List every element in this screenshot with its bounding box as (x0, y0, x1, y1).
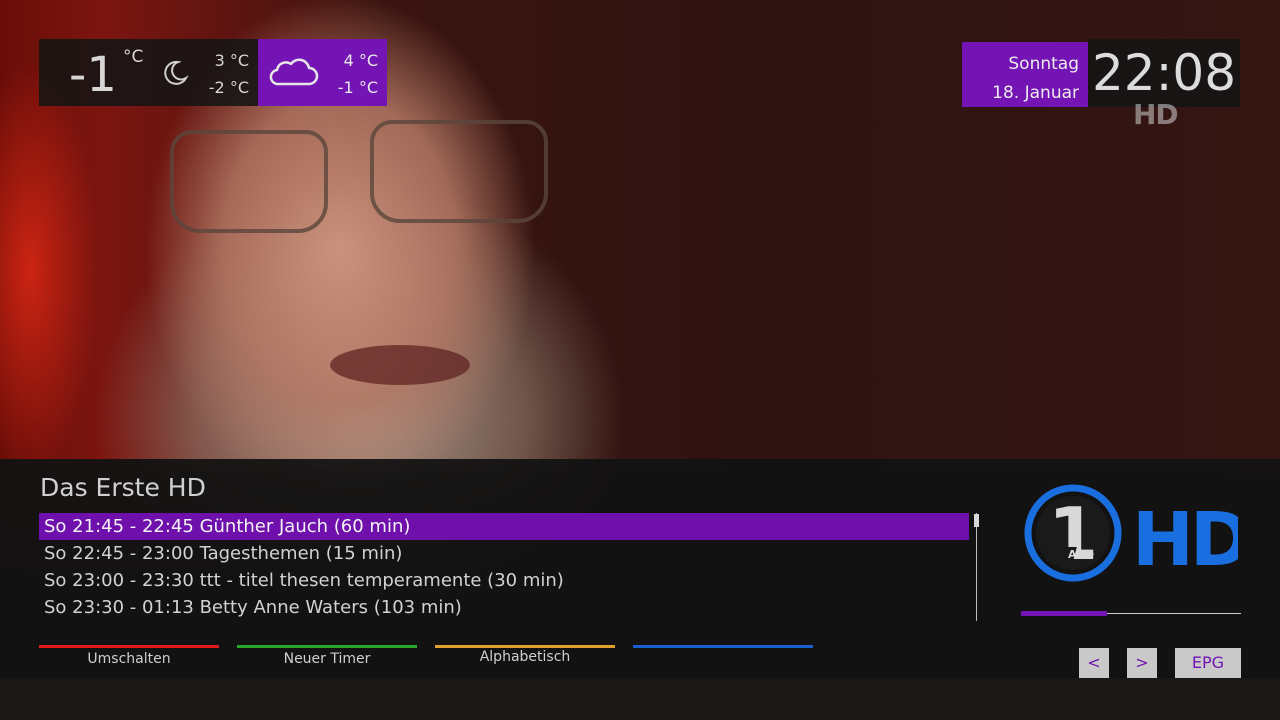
weather-now: -1 °C 3 °C -2 °C (39, 39, 258, 106)
forecast-high: 4 °C (343, 51, 378, 70)
blue-key[interactable] (633, 645, 813, 665)
logo-ard: ARD (1068, 548, 1094, 561)
current-temperature: -1 (69, 47, 117, 103)
program-list-scrollbar[interactable] (976, 513, 977, 621)
date-box: Sonntag 18. Januar (962, 42, 1088, 107)
red-key-bar (39, 645, 219, 648)
previous-button[interactable]: < (1079, 648, 1109, 678)
program-progress-fill (1021, 611, 1107, 616)
epg-infobar: Das Erste HD So 21:45 - 22:45 Günther Ja… (0, 459, 1280, 678)
program-row[interactable]: So 23:30 - 01:13 Betty Anne Waters (103 … (39, 594, 969, 621)
red-key[interactable]: Umschalten (39, 645, 219, 667)
forecast-low: -1 °C (337, 78, 378, 97)
scrollbar-thumb[interactable] (974, 514, 979, 527)
yellow-key-bar (435, 645, 615, 648)
green-key-label: Neuer Timer (283, 651, 371, 667)
red-key-label: Umschalten (87, 651, 171, 667)
program-row[interactable]: So 22:45 - 23:00 Tagesthemen (15 min) (39, 540, 969, 567)
date-label: 18. Januar (992, 83, 1079, 103)
weather-widget: -1 °C 3 °C -2 °C 4 °C -1 °C (39, 39, 387, 106)
logo-hd: HD (1132, 497, 1238, 583)
moon-icon (164, 60, 189, 85)
yellow-key-label: Alphabetisch (479, 649, 571, 665)
glasses-right-lens (370, 120, 548, 223)
today-high: 3 °C (214, 51, 249, 70)
background-red-light (0, 60, 100, 480)
program-row-selected[interactable]: So 21:45 - 22:45 Günther Jauch (60 min) (39, 513, 969, 540)
logo-number: 1 (1048, 492, 1098, 576)
date-clock-widget: Sonntag 18. Januar 22:08 (962, 39, 1240, 107)
clock-time: 22:08 (1088, 39, 1240, 107)
channel-name: Das Erste HD (40, 473, 206, 502)
program-row[interactable]: So 23:00 - 23:30 ttt - titel thesen temp… (39, 567, 969, 594)
weather-forecast: 4 °C -1 °C (258, 39, 387, 106)
today-low: -2 °C (208, 78, 249, 97)
program-list: So 21:45 - 22:45 Günther Jauch (60 min) … (39, 513, 969, 621)
blue-key-bar (633, 645, 813, 648)
das-erste-hd-logo: 1 ARD HD (1024, 484, 1238, 583)
green-key-bar (237, 645, 417, 648)
yellow-key[interactable]: Alphabetisch (435, 645, 615, 665)
cloud-icon (269, 58, 319, 86)
next-button[interactable]: > (1127, 648, 1157, 678)
glasses-left-lens (170, 130, 328, 233)
green-key[interactable]: Neuer Timer (237, 645, 417, 667)
temperature-unit: °C (123, 47, 144, 67)
mouth-shape (330, 345, 470, 385)
channel-hd-watermark: HD (1133, 98, 1179, 131)
weekday-label: Sonntag (1008, 54, 1079, 74)
epg-button[interactable]: EPG (1175, 648, 1241, 678)
